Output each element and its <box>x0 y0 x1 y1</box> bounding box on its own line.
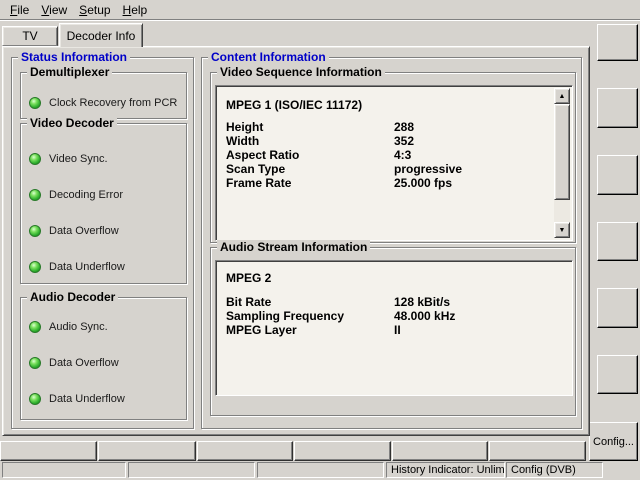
row-label: Bit Rate <box>226 295 394 309</box>
status-item-label: Data Overflow <box>49 357 119 369</box>
function-key-2[interactable] <box>98 441 196 461</box>
audio-decoder-title: Audio Decoder <box>27 290 118 304</box>
table-row: Aspect Ratio 4:3 <box>226 148 548 162</box>
status-item-label: Video Sync. <box>49 153 108 165</box>
function-key-4[interactable] <box>294 441 391 461</box>
status-item-label: Data Underflow <box>49 393 125 405</box>
green-led-icon <box>29 153 41 165</box>
statusbar-config-mode: Config (DVB) <box>506 462 603 478</box>
row-label: Frame Rate <box>226 176 394 190</box>
row-value: 128 kBit/s <box>394 295 450 309</box>
statusbar-segment-3 <box>257 462 384 478</box>
audio-stream-title: Audio Stream Information <box>217 240 370 254</box>
row-label: Height <box>226 120 394 134</box>
status-information-group: Status Information Demultiplexer Clock R… <box>11 57 194 429</box>
video-info-table: Height 288 Width 352 Aspect Ratio 4:3 <box>226 120 548 190</box>
green-led-icon <box>29 393 41 405</box>
video-decoder-group: Video Decoder Video Sync. Decoding Error… <box>20 123 187 284</box>
video-sequence-infobox: MPEG 1 (ISO/IEC 11172) Height 288 Width … <box>215 85 573 241</box>
audio-stream-infobox: MPEG 2 Bit Rate 128 kBit/s Sampling Freq… <box>215 260 573 396</box>
softkey-4[interactable] <box>597 222 638 261</box>
table-row: Frame Rate 25.000 fps <box>226 176 548 190</box>
tab-tv[interactable]: TV <box>2 26 58 46</box>
status-item-video-sync: Video Sync. <box>29 152 108 166</box>
status-item-label: Data Underflow <box>49 261 125 273</box>
config-button[interactable]: Config... <box>589 422 638 461</box>
statusbar-segment-2 <box>128 462 255 478</box>
row-value: 48.000 kHz <box>394 309 455 323</box>
green-led-icon <box>29 321 41 333</box>
softkey-2[interactable] <box>597 88 638 128</box>
row-value: 25.000 fps <box>394 176 452 190</box>
content-information-group: Content Information Video Sequence Infor… <box>201 57 582 429</box>
row-value: 352 <box>394 134 414 148</box>
table-row: Sampling Frequency 48.000 kHz <box>226 309 548 323</box>
status-item-video-data-overflow: Data Overflow <box>29 224 119 238</box>
menu-help[interactable]: Help <box>117 2 154 18</box>
app-window: File View Setup Help TV Decoder Info Sta… <box>0 0 640 480</box>
status-item-decoding-error: Decoding Error <box>29 188 123 202</box>
table-row: Height 288 <box>226 120 548 134</box>
status-item-audio-sync: Audio Sync. <box>29 320 108 334</box>
menu-view[interactable]: View <box>35 2 73 18</box>
softkey-1[interactable] <box>597 24 638 61</box>
menu-setup[interactable]: Setup <box>73 2 116 18</box>
audio-codec-heading: MPEG 2 <box>226 271 271 285</box>
audio-stream-group: Audio Stream Information MPEG 2 Bit Rate… <box>210 247 576 416</box>
table-row: MPEG Layer II <box>226 323 548 337</box>
status-item-audio-data-overflow: Data Overflow <box>29 356 119 370</box>
decoder-info-page: Status Information Demultiplexer Clock R… <box>2 46 590 436</box>
green-led-icon <box>29 261 41 273</box>
video-sequence-group: Video Sequence Information MPEG 1 (ISO/I… <box>210 72 576 243</box>
function-key-1[interactable] <box>0 441 97 461</box>
statusbar-segment-1 <box>2 462 126 478</box>
menu-bar: File View Setup Help <box>0 0 640 20</box>
row-value: 288 <box>394 120 414 134</box>
status-item-label: Data Overflow <box>49 225 119 237</box>
audio-decoder-group: Audio Decoder Audio Sync. Data Overflow … <box>20 297 187 420</box>
content-information-title: Content Information <box>208 50 329 64</box>
green-led-icon <box>29 225 41 237</box>
status-item-video-data-underflow: Data Underflow <box>29 260 125 274</box>
green-led-icon <box>29 97 41 109</box>
audio-info-table: Bit Rate 128 kBit/s Sampling Frequency 4… <box>226 295 548 337</box>
softkey-6[interactable] <box>597 355 638 394</box>
table-row: Bit Rate 128 kBit/s <box>226 295 548 309</box>
row-value: progressive <box>394 162 462 176</box>
vertical-scrollbar[interactable]: ▲ ▼ <box>554 88 570 238</box>
row-label: Sampling Frequency <box>226 309 394 323</box>
status-item-label: Decoding Error <box>49 189 123 201</box>
scrollbar-thumb[interactable] <box>554 104 570 200</box>
status-item-label: Audio Sync. <box>49 321 108 333</box>
row-value: II <box>394 323 401 337</box>
scroll-down-icon[interactable]: ▼ <box>554 222 570 238</box>
green-led-icon <box>29 357 41 369</box>
function-key-6[interactable] <box>489 441 586 461</box>
demultiplexer-title: Demultiplexer <box>27 65 112 79</box>
table-row: Width 352 <box>226 134 548 148</box>
row-label: MPEG Layer <box>226 323 394 337</box>
row-label: Width <box>226 134 394 148</box>
function-key-5[interactable] <box>392 441 488 461</box>
statusbar-history-indicator: History Indicator: Unlimited <box>386 462 505 478</box>
green-led-icon <box>29 189 41 201</box>
video-codec-heading: MPEG 1 (ISO/IEC 11172) <box>226 98 362 112</box>
row-label: Aspect Ratio <box>226 148 394 162</box>
demultiplexer-group: Demultiplexer Clock Recovery from PCR <box>20 72 187 119</box>
scroll-up-icon[interactable]: ▲ <box>554 88 570 104</box>
video-sequence-title: Video Sequence Information <box>217 65 385 79</box>
row-label: Scan Type <box>226 162 394 176</box>
table-row: Scan Type progressive <box>226 162 548 176</box>
tab-decoder-info[interactable]: Decoder Info <box>59 23 143 47</box>
softkey-5[interactable] <box>597 288 638 328</box>
video-decoder-title: Video Decoder <box>27 116 117 130</box>
status-item-clock-recovery: Clock Recovery from PCR <box>29 96 177 110</box>
status-item-label: Clock Recovery from PCR <box>49 97 177 109</box>
menu-file[interactable]: File <box>4 2 35 18</box>
softkey-3[interactable] <box>597 155 638 195</box>
status-item-audio-data-underflow: Data Underflow <box>29 392 125 406</box>
row-value: 4:3 <box>394 148 411 162</box>
status-information-title: Status Information <box>18 50 130 64</box>
function-key-3[interactable] <box>197 441 293 461</box>
